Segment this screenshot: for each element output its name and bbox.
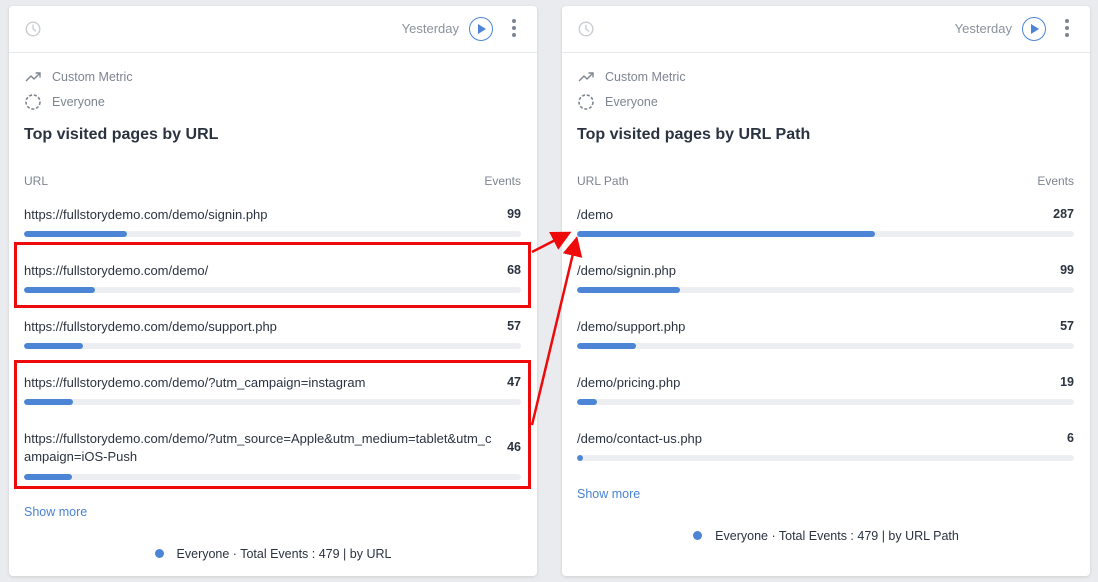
bar-fill — [577, 343, 637, 349]
clock-icon — [578, 21, 594, 37]
row-value: 19 — [1060, 375, 1074, 389]
url-path-card: Yesterday Custom Metric Everyone Top vis… — [562, 6, 1090, 576]
chart-legend: Everyone · Total Events : 479 | by URL P… — [562, 529, 1090, 543]
metric-type-label: Custom Metric — [52, 70, 133, 84]
column-header-url-path: URL Path — [577, 174, 629, 188]
date-range-label[interactable]: Yesterday — [955, 21, 1012, 37]
bar-track — [577, 455, 1074, 461]
list-item[interactable]: /demo/contact-us.php 6 — [577, 430, 1074, 461]
card-header: Yesterday — [562, 6, 1090, 53]
bar-track — [24, 231, 521, 237]
segment: Everyone — [577, 93, 658, 111]
row-label[interactable]: /demo/contact-us.php — [577, 430, 1047, 448]
segment-label: Everyone — [52, 95, 105, 109]
list-item[interactable]: https://fullstorydemo.com/demo/support.p… — [24, 318, 521, 349]
show-more-link[interactable]: Show more — [577, 487, 640, 501]
date-range-label[interactable]: Yesterday — [402, 21, 459, 37]
list-item[interactable]: /demo/signin.php 99 — [577, 262, 1074, 293]
row-value: 6 — [1067, 431, 1074, 445]
trending-up-icon — [25, 72, 41, 82]
column-header-events: Events — [1037, 174, 1074, 188]
row-value: 287 — [1053, 207, 1074, 221]
bar-track — [577, 231, 1074, 237]
list-item[interactable]: /demo 287 — [577, 206, 1074, 237]
row-label[interactable]: https://fullstorydemo.com/demo/support.p… — [24, 318, 494, 336]
legend-label: Everyone · Total Events : 479 | by URL — [176, 547, 392, 561]
list-item[interactable]: /demo/pricing.php 19 — [577, 374, 1074, 405]
bar-fill — [577, 287, 680, 293]
bar-track — [24, 343, 521, 349]
row-value: 57 — [507, 319, 521, 333]
highlight-box-demo-root — [14, 242, 531, 308]
segment-circle-icon — [578, 94, 594, 110]
metric-type-label: Custom Metric — [605, 70, 686, 84]
chart-legend: Everyone · Total Events : 479 | by URL — [9, 547, 537, 561]
legend-dot — [693, 531, 703, 540]
highlight-box-demo-utm — [14, 360, 531, 489]
segment-circle-icon — [25, 94, 41, 110]
trending-up-icon — [578, 72, 594, 82]
segment: Everyone — [24, 93, 105, 111]
card-title: Top visited pages by URL — [24, 126, 219, 143]
bar-fill — [24, 231, 127, 237]
list-item[interactable]: https://fullstorydemo.com/demo/signin.ph… — [24, 206, 521, 237]
segment-label: Everyone — [605, 95, 658, 109]
row-label[interactable]: /demo — [577, 206, 1047, 224]
show-more-link[interactable]: Show more — [24, 505, 87, 519]
bar-fill — [24, 343, 84, 349]
play-icon — [478, 24, 486, 34]
legend-label: Everyone · Total Events : 479 | by URL P… — [715, 529, 959, 543]
clock-icon — [25, 21, 41, 37]
card-header: Yesterday — [9, 6, 537, 53]
bar-fill — [577, 455, 584, 461]
more-vertical-icon[interactable] — [509, 19, 519, 39]
column-header-events: Events — [484, 174, 521, 188]
play-button[interactable] — [469, 17, 493, 41]
row-value: 99 — [507, 207, 521, 221]
row-label[interactable]: https://fullstorydemo.com/demo/signin.ph… — [24, 206, 494, 224]
row-value: 99 — [1060, 263, 1074, 277]
card-title: Top visited pages by URL Path — [577, 126, 811, 143]
play-icon — [1031, 24, 1039, 34]
metric-type: Custom Metric — [24, 68, 133, 86]
row-label[interactable]: /demo/pricing.php — [577, 374, 1047, 392]
play-button[interactable] — [1022, 17, 1046, 41]
row-label[interactable]: /demo/signin.php — [577, 262, 1047, 280]
legend-dot — [154, 549, 164, 558]
column-header-url: URL — [24, 174, 49, 188]
list-item[interactable]: /demo/support.php 57 — [577, 318, 1074, 349]
bar-track — [577, 399, 1074, 405]
bar-fill — [577, 231, 875, 237]
row-label[interactable]: /demo/support.php — [577, 318, 1047, 336]
row-value: 57 — [1060, 319, 1074, 333]
bar-fill — [577, 399, 597, 405]
bar-track — [577, 343, 1074, 349]
more-vertical-icon[interactable] — [1062, 19, 1072, 39]
metric-type: Custom Metric — [577, 68, 686, 86]
bar-track — [577, 287, 1074, 293]
